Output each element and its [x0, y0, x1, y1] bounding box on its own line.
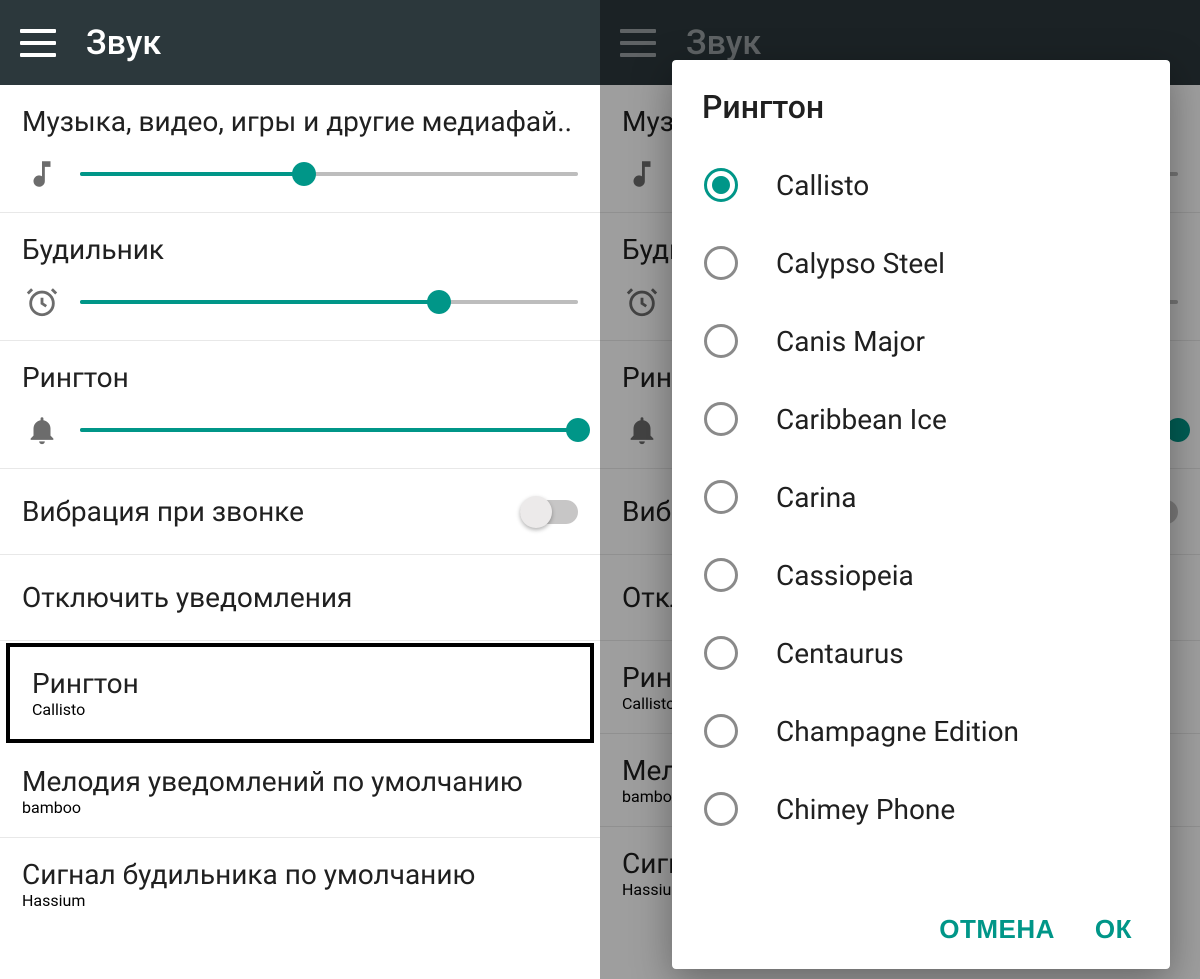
sound-settings-screen-dialog-open: Звук Музыка, видео, игры и другие медиаф… [600, 0, 1200, 979]
ringtone-option-label: Caribbean Ice [776, 403, 947, 436]
vibrate-on-call-item[interactable]: Вибрация при звонке [0, 469, 600, 555]
ringtone-option-label: Chimey Phone [776, 793, 955, 826]
radio-button[interactable] [704, 168, 738, 202]
radio-button[interactable] [704, 558, 738, 592]
ringtone-option[interactable]: Centaurus [686, 614, 1156, 692]
ringtone-volume-label: Рингтон [22, 361, 578, 394]
ringtone-option-label: Cassiopeia [776, 559, 914, 592]
radio-button[interactable] [704, 480, 738, 514]
vibrate-switch[interactable] [520, 500, 578, 524]
media-volume-label: Музыка, видео, игры и другие медиафай.. [22, 105, 578, 138]
notification-sound-item[interactable]: Мелодия уведомлений по умолчанию bamboo [0, 745, 600, 838]
sound-settings-screen: Звук Музыка, видео, игры и другие медиаф… [0, 0, 600, 979]
alarm-sound-value: Hassium [22, 891, 578, 910]
bell-icon [22, 410, 62, 450]
media-volume-setting: Музыка, видео, игры и другие медиафай.. [0, 85, 600, 213]
alarm-sound-item[interactable]: Сигнал будильника по умолчанию Hassium [0, 838, 600, 930]
ringtone-option-label: Champagne Edition [776, 715, 1019, 748]
ringtone-volume-setting: Рингтон [0, 341, 600, 469]
ringtone-picker-dialog: Рингтон Callisto Calypso Steel Canis Major… [672, 60, 1170, 969]
music-note-icon [22, 154, 62, 194]
ringtone-option-label: Centaurus [776, 637, 904, 670]
radio-button[interactable] [704, 246, 738, 280]
alarm-volume-label: Будильник [22, 233, 578, 266]
ringtone-setting-value: Callisto [32, 700, 568, 719]
ringtone-option[interactable]: Carina [686, 458, 1156, 536]
appbar-title: Звук [86, 23, 161, 63]
ringtone-option[interactable]: Callisto [686, 146, 1156, 224]
ringtone-setting-label: Рингтон [32, 667, 568, 700]
ringtone-option[interactable]: Champagne Edition [686, 692, 1156, 770]
ok-button[interactable]: ОК [1095, 914, 1132, 945]
notification-sound-label: Мелодия уведомлений по умолчанию [22, 765, 578, 798]
ringtone-option[interactable]: Chimey Phone [686, 770, 1156, 848]
ringtone-option[interactable]: Caribbean Ice [686, 380, 1156, 458]
ringtone-option-label: Canis Major [776, 325, 925, 358]
radio-button[interactable] [704, 714, 738, 748]
dialog-title: Рингтон [672, 60, 1170, 146]
radio-button[interactable] [704, 792, 738, 826]
ringtone-option-label: Callisto [776, 169, 869, 202]
alarm-volume-slider[interactable] [80, 284, 578, 320]
menu-icon[interactable] [20, 29, 56, 57]
radio-button[interactable] [704, 636, 738, 670]
ringtone-option[interactable]: Canis Major [686, 302, 1156, 380]
do-not-disturb-item[interactable]: Отключить уведомления [0, 555, 600, 641]
cancel-button[interactable]: ОТМЕНА [939, 914, 1055, 945]
alarm-sound-label: Сигнал будильника по умолчанию [22, 858, 578, 891]
alarm-clock-icon [22, 282, 62, 322]
notification-sound-value: bamboo [22, 798, 578, 817]
ringtone-volume-slider[interactable] [80, 412, 578, 448]
ringtone-option-label: Calypso Steel [776, 247, 945, 280]
radio-button[interactable] [704, 324, 738, 358]
vibrate-label: Вибрация при звонке [22, 495, 304, 528]
ringtone-setting-item[interactable]: Рингтон Callisto [6, 643, 594, 743]
radio-button[interactable] [704, 402, 738, 436]
media-volume-slider[interactable] [80, 156, 578, 192]
appbar: Звук [0, 0, 600, 85]
alarm-volume-setting: Будильник [0, 213, 600, 341]
ringtone-option[interactable]: Cassiopeia [686, 536, 1156, 614]
dialog-actions: ОТМЕНА ОК [672, 892, 1170, 969]
ringtone-options-list: Callisto Calypso Steel Canis Major Caribbea… [672, 146, 1170, 892]
ringtone-option[interactable]: Calypso Steel [686, 224, 1156, 302]
ringtone-option-label: Carina [776, 481, 856, 514]
dnd-label: Отключить уведомления [22, 581, 352, 614]
